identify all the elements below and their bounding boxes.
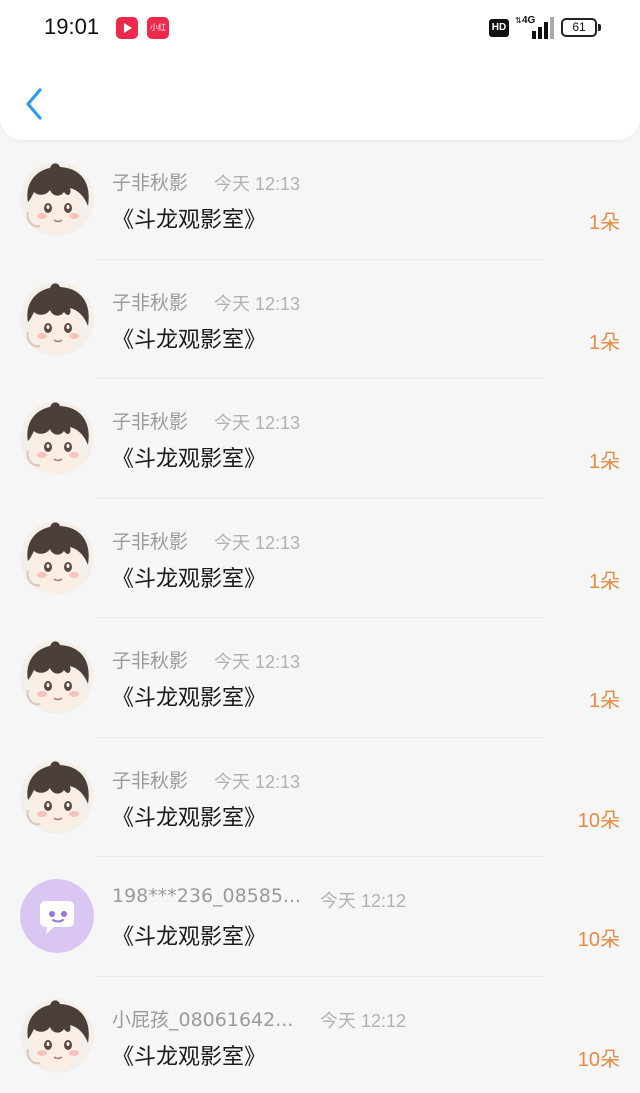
flower-count: 1朵 — [588, 331, 620, 354]
timestamp: 今天 12:13 — [214, 652, 301, 672]
anime-boy-avatar[interactable] — [20, 401, 94, 475]
message-text: 《斗龙观影室》 — [112, 566, 267, 592]
flower-count: 10朵 — [577, 929, 620, 951]
sender-name: 子非秋影 — [112, 291, 189, 314]
message-text: 《斗龙观影室》 — [112, 208, 267, 233]
xiaohongshu-app-icon: 小红书 — [147, 17, 169, 39]
sender-name: 子非秋影 — [112, 530, 189, 553]
flower-count: 1朵 — [588, 690, 620, 712]
gift-record-row[interactable]: 子非秋影 今天 12:13 《斗龙观影室》 1朵 — [0, 499, 640, 618]
gift-record-row[interactable]: 子非秋影 今天 12:13 《斗龙观影室》 1朵 — [0, 379, 640, 499]
sender-name: 198***236_08585... — [112, 885, 302, 907]
anime-boy-avatar[interactable] — [20, 759, 94, 834]
timestamp: 今天 12:13 — [214, 771, 301, 792]
clock: 19:01 — [44, 14, 100, 39]
message-text: 《斗龙观影室》 — [112, 447, 267, 472]
message-text: 《斗龙观影室》 — [112, 1044, 267, 1070]
anime-boy-avatar[interactable] — [20, 162, 94, 236]
hd-icon: HD — [489, 19, 509, 37]
sender-name: 子非秋影 — [112, 769, 189, 792]
flower-count: 1朵 — [588, 570, 620, 593]
anime-boy-avatar[interactable] — [20, 998, 94, 1073]
anime-boy-avatar[interactable] — [20, 520, 94, 595]
battery-tip — [598, 24, 601, 31]
flower-count: 1朵 — [588, 212, 620, 234]
back-button[interactable] — [22, 86, 52, 122]
top-bar: 19:01 小红书 HD ⇅ 4G 61 — [0, 0, 640, 140]
timestamp: 今天 12:12 — [320, 891, 407, 911]
gift-record-row[interactable]: 子非秋影 今天 12:13 《斗龙观影室》 1朵 — [0, 260, 640, 379]
timestamp: 今天 12:12 — [320, 1010, 407, 1031]
gift-record-row[interactable]: 198***236_08585... 今天 12:12 《斗龙观影室》 10朵 — [0, 857, 640, 977]
gift-record-row[interactable]: 小屁孩_08061642... 今天 12:12 《斗龙观影室》 10朵 — [0, 977, 640, 1093]
anime-boy-avatar[interactable] — [20, 640, 94, 714]
message-text: 《斗龙观影室》 — [112, 805, 267, 831]
video-app-icon — [116, 17, 138, 39]
flower-count: 10朵 — [577, 1048, 620, 1071]
message-text: 《斗龙观影室》 — [112, 925, 267, 950]
status-bar: 19:01 小红书 HD ⇅ 4G 61 — [0, 0, 640, 58]
network-label: 4G — [522, 15, 536, 26]
purple-chat-bubble-avatar[interactable] — [20, 879, 94, 953]
timestamp: 今天 12:13 — [214, 532, 301, 553]
message-text: 《斗龙观影室》 — [112, 327, 267, 353]
timestamp: 今天 12:13 — [214, 293, 301, 314]
gift-record-list: 子非秋影 今天 12:13 《斗龙观影室》 1朵 子非秋影 今天 12:13 《斗龙观影室… — [0, 140, 640, 1093]
sender-name: 子非秋影 — [112, 650, 189, 672]
sender-name: 子非秋影 — [112, 172, 189, 194]
flower-count: 10朵 — [577, 809, 620, 832]
sender-name: 子非秋影 — [112, 411, 189, 433]
sender-name: 小屁孩_08061642... — [112, 1008, 294, 1031]
chevron-left-icon — [26, 88, 42, 120]
gift-record-row[interactable]: 子非秋影 今天 12:13 《斗龙观影室》 1朵 — [0, 618, 640, 738]
timestamp: 今天 12:13 — [214, 413, 301, 433]
gift-record-row[interactable]: 子非秋影 今天 12:13 《斗龙观影室》 1朵 — [0, 140, 640, 260]
flower-count: 1朵 — [588, 451, 620, 473]
gift-record-row[interactable]: 子非秋影 今天 12:13 《斗龙观影室》 10朵 — [0, 738, 640, 857]
signal-icon: ⇅ 4G — [515, 15, 555, 39]
timestamp: 今天 12:13 — [214, 174, 301, 194]
message-text: 《斗龙观影室》 — [112, 686, 267, 711]
anime-boy-avatar[interactable] — [20, 281, 94, 356]
battery-icon: 61 — [561, 18, 597, 37]
